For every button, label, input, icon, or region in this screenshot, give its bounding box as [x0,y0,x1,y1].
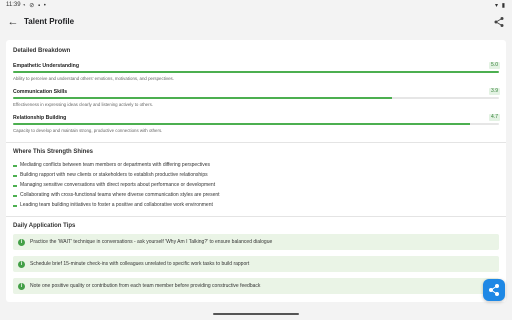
bullet-marker [13,185,17,187]
shines-title: Where This Strength Shines [13,149,94,155]
list-item: Building rapport with new clients or sta… [20,172,208,178]
bullet-marker [13,205,17,207]
bullet-marker [13,165,17,167]
metric-description: Effectiveness in expressing ideas clearl… [13,102,154,107]
section-divider [6,142,506,143]
list-item: Mediating conflicts between team members… [20,162,210,168]
share-icon [489,284,499,296]
app-bar: ← Talent Profile [0,10,512,36]
breakdown-title: Detailed Breakdown [13,48,71,54]
metric-score-badge: 4.7 [489,114,500,121]
arrow-back-icon[interactable]: ← [6,15,20,29]
tip-text: Practice the 'WAIT' technique in convers… [30,239,273,245]
metric-progress-fill [13,97,393,99]
system-icons: ▾ ▮ [495,2,506,9]
metric-progress-bar [13,123,499,125]
tip-text: Note one positive quality or contributio… [30,283,261,289]
notification-icons: ◔ ⊘ ▪ • [22,2,47,9]
tip-text: Schedule brief 15-minute check-ins with … [30,261,250,267]
tips-title: Daily Application Tips [13,223,76,229]
section-divider [6,216,506,217]
list-item: Managing sensitive conversations with di… [20,182,216,188]
metric-progress-bar [13,71,499,73]
tip-card: i Practice the 'WAIT' technique in conve… [13,234,499,250]
info-icon: i [18,260,25,268]
metric-name: Communication Skills [13,89,68,95]
share-icon[interactable] [492,15,506,29]
metric-description: Capacity to develop and maintain strong,… [13,128,163,133]
tip-card: i Schedule brief 15-minute check-ins wit… [13,256,499,272]
metric-description: Ability to perceive and understand other… [13,76,174,81]
metric-progress-bar [13,97,499,99]
page-title: Talent Profile [24,17,75,26]
share-fab-button[interactable] [483,279,505,301]
tip-card: i Note one positive quality or contribut… [13,278,499,294]
metric-score-badge: 5.0 [489,62,500,69]
metric-name: Relationship Building [13,115,67,121]
info-icon: i [18,282,25,290]
metric-name: Empathetic Understanding [13,63,80,69]
content-card: Detailed Breakdown Empathetic Understand… [6,40,506,302]
bullet-marker [13,195,17,197]
status-bar: 11:39 ◔ ⊘ ▪ • ▾ ▮ [0,0,512,10]
list-item: Collaborating with cross-functional team… [20,192,220,198]
list-item: Leading team building initiatives to fos… [20,202,213,208]
info-icon: i [18,238,25,246]
metric-score-badge: 3.9 [489,88,500,95]
status-time: 11:39 [6,2,21,8]
bullet-marker [13,175,17,177]
gesture-nav-handle[interactable] [213,313,299,315]
metric-progress-fill [13,123,470,125]
metric-progress-fill [13,71,499,73]
